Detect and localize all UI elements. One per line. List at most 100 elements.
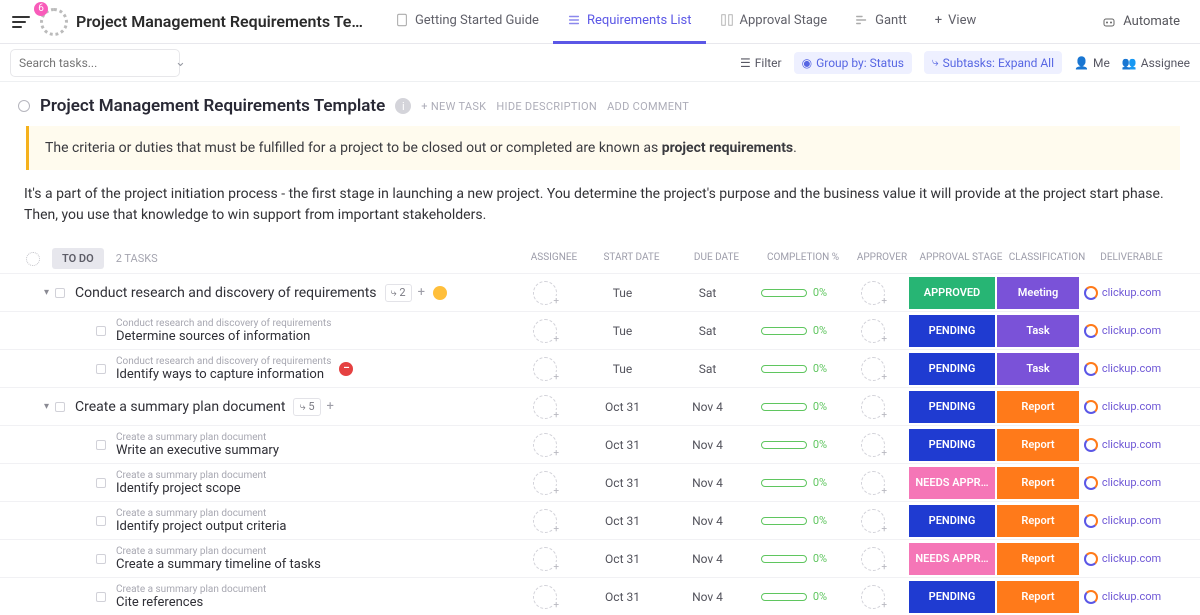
classification-badge[interactable]: Report [997,429,1079,461]
task-row[interactable]: Create a summary plan documentCite refer… [0,577,1200,615]
approval-stage-badge[interactable]: PENDING [909,505,995,537]
approver-placeholder[interactable] [861,319,885,343]
task-row[interactable]: Conduct research and discovery of requir… [0,311,1200,349]
deliverable-link[interactable]: clickup.com [1080,286,1165,300]
deliverable-link[interactable]: clickup.com [1080,362,1165,376]
approval-stage-badge[interactable]: PENDING [909,353,995,385]
group-collapse-icon[interactable] [26,252,40,266]
progress-cell[interactable]: 0% [750,514,838,527]
approval-stage-badge[interactable]: PENDING [909,581,995,613]
task-name-cell[interactable]: Create a summary plan documentCite refer… [0,584,510,610]
assignee-placeholder[interactable] [533,319,557,343]
assignee-placeholder[interactable] [533,509,557,533]
deliverable-link[interactable]: clickup.com [1080,400,1165,414]
status-checkbox[interactable] [96,364,106,374]
task-name-cell[interactable]: ▾Create a summary plan document⤷ 5+ [0,398,510,416]
approver-placeholder[interactable] [861,281,885,305]
chevron-down-icon[interactable]: ⌄ [175,55,186,70]
task-row[interactable]: ▾Conduct research and discovery of requi… [0,273,1200,311]
search-input[interactable] [19,56,175,70]
progress-cell[interactable]: 0% [750,476,838,489]
progress-cell[interactable]: 0% [750,590,838,603]
progress-cell[interactable]: 0% [750,324,838,337]
due-date[interactable]: Nov 4 [665,552,750,566]
task-row[interactable]: Create a summary plan documentIdentify p… [0,501,1200,539]
due-date[interactable]: Nov 4 [665,476,750,490]
status-checkbox[interactable] [96,440,106,450]
status-checkbox[interactable] [96,592,106,602]
deliverable-link[interactable]: clickup.com [1080,590,1165,604]
approver-placeholder[interactable] [861,433,885,457]
assignee-placeholder[interactable] [533,433,557,457]
deliverable-link[interactable]: clickup.com [1080,552,1165,566]
tab-getting-started[interactable]: Getting Started Guide [381,0,553,44]
progress-cell[interactable]: 0% [750,362,838,375]
deliverable-link[interactable]: clickup.com [1080,476,1165,490]
task-row[interactable]: Conduct research and discovery of requir… [0,349,1200,387]
approval-stage-badge[interactable]: NEEDS APPR… [909,543,995,575]
due-date[interactable]: Sat [665,362,750,376]
assignee-placeholder[interactable] [533,357,557,381]
new-task-button[interactable]: + NEW TASK [421,100,486,113]
start-date[interactable]: Tue [580,362,665,376]
subtask-count-chip[interactable]: ⤷ 5 [293,398,320,416]
task-row[interactable]: ▾Create a summary plan document⤷ 5+ Oct 3… [0,387,1200,425]
start-date[interactable]: Oct 31 [580,552,665,566]
start-date[interactable]: Oct 31 [580,476,665,490]
status-tag[interactable]: TO DO [52,248,104,269]
tab-approval-stage[interactable]: Approval Stage [706,0,842,44]
add-comment-button[interactable]: ADD COMMENT [607,100,689,113]
classification-badge[interactable]: Meeting [997,277,1079,309]
due-date[interactable]: Nov 4 [665,514,750,528]
chevron-down-icon[interactable]: ▾ [44,287,49,298]
hide-description-button[interactable]: HIDE DESCRIPTION [496,100,597,113]
task-name-cell[interactable]: Conduct research and discovery of requir… [0,356,510,382]
progress-cell[interactable]: 0% [750,400,838,413]
task-name-cell[interactable]: ▾Conduct research and discovery of requi… [0,284,510,302]
classification-badge[interactable]: Report [997,505,1079,537]
start-date[interactable]: Oct 31 [580,590,665,604]
task-name-cell[interactable]: Create a summary plan documentIdentify p… [0,470,510,496]
progress-cell[interactable]: 0% [750,438,838,451]
assignee-placeholder[interactable] [533,585,557,609]
menu-icon[interactable] [12,13,30,31]
approver-placeholder[interactable] [861,585,885,609]
progress-cell[interactable]: 0% [750,286,838,299]
due-date[interactable]: Nov 4 [665,438,750,452]
task-name-cell[interactable]: Conduct research and discovery of requir… [0,318,510,344]
search-box[interactable]: ⌄ [10,49,180,77]
classification-badge[interactable]: Report [997,581,1079,613]
status-checkbox[interactable] [96,326,106,336]
add-subtask-icon[interactable]: + [418,285,425,300]
me-button[interactable]: 👤Me [1074,56,1110,70]
assignee-placeholder[interactable] [533,395,557,419]
status-checkbox[interactable] [96,554,106,564]
assignee-placeholder[interactable] [533,547,557,571]
approval-stage-badge[interactable]: PENDING [909,429,995,461]
due-date[interactable]: Nov 4 [665,400,750,414]
classification-badge[interactable]: Report [997,391,1079,423]
approval-stage-badge[interactable]: APPROVED [909,277,995,309]
automate-button[interactable]: Automate [1101,14,1180,30]
start-date[interactable]: Oct 31 [580,514,665,528]
tab-gantt[interactable]: Gantt [841,0,921,44]
subtasks-button[interactable]: ⤷Subtasks: Expand All [924,51,1062,74]
start-date[interactable]: Tue [580,286,665,300]
subtask-count-chip[interactable]: ⤷ 2 [385,284,412,302]
start-date[interactable]: Oct 31 [580,400,665,414]
classification-badge[interactable]: Task [997,315,1079,347]
assignee-button[interactable]: 👥Assignee [1122,56,1190,70]
due-date[interactable]: Sat [665,324,750,338]
task-row[interactable]: Create a summary plan documentIdentify p… [0,463,1200,501]
assignee-placeholder[interactable] [533,281,557,305]
start-date[interactable]: Tue [580,324,665,338]
collapse-icon[interactable] [18,100,30,112]
deliverable-link[interactable]: clickup.com [1080,514,1165,528]
status-checkbox[interactable] [96,478,106,488]
approval-stage-badge[interactable]: NEEDS APPR… [909,467,995,499]
task-name-cell[interactable]: Create a summary plan documentCreate a s… [0,546,510,572]
status-checkbox[interactable] [96,516,106,526]
task-name-cell[interactable]: Create a summary plan documentIdentify p… [0,508,510,534]
classification-badge[interactable]: Task [997,353,1079,385]
task-row[interactable]: Create a summary plan documentCreate a s… [0,539,1200,577]
